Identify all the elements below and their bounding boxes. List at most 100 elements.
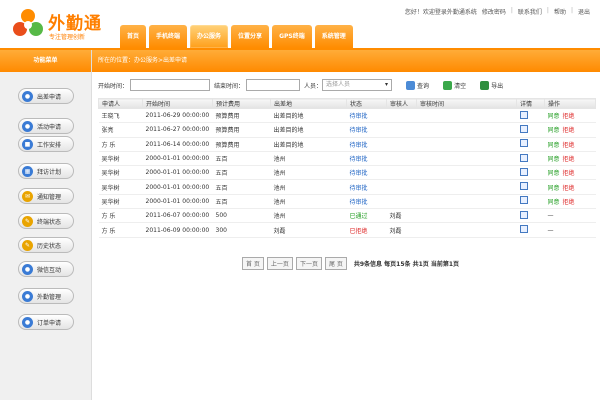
start-time-label: 开始时间： [98, 82, 129, 90]
user-icon: ● [22, 90, 33, 102]
operation-cell: — [544, 208, 596, 224]
tab-system-management[interactable]: 系统管理 [314, 25, 353, 48]
status-cell: 待审批 [346, 122, 387, 138]
export-button[interactable]: 导出 [480, 80, 504, 90]
approve-link[interactable]: 同意 [548, 170, 560, 177]
tab-location-share[interactable]: 位置分享 [231, 25, 270, 48]
operation-cell: 同意 拒绝 [544, 122, 596, 138]
start-time-input[interactable] [130, 79, 211, 91]
detail-icon[interactable] [519, 139, 528, 148]
calendar-icon: ▦ [22, 165, 33, 177]
review-time-cell [416, 179, 517, 195]
help-link[interactable]: 帮助 [554, 7, 566, 16]
cost-cell: 五百 [212, 151, 271, 167]
reject-link[interactable]: 拒绝 [563, 156, 575, 163]
applicant-cell: 吴华树 [98, 151, 143, 167]
sidebar-item-label: 拜访计划 [37, 168, 62, 176]
applicant-cell: 张亮 [98, 122, 143, 138]
detail-icon[interactable] [519, 124, 528, 133]
clear-button[interactable]: 清空 [443, 80, 466, 90]
contact-link[interactable]: 联系我们 [518, 7, 542, 16]
sidebar-item-work-schedule[interactable]: ■ 工作安排 [18, 136, 74, 152]
tab-mobile-terminal[interactable]: 手机终端 [149, 25, 188, 48]
detail-cell [516, 108, 545, 124]
column-header: 预计费用 [212, 98, 271, 109]
main-content: 所在的位置：办公服务>出差申请 开始时间： 结束时间： 人员： 选择人员 ▾ 查询… [92, 50, 600, 400]
reviewer-cell: 刘磊 [386, 208, 417, 224]
sidebar-item-notice-management[interactable]: ✉ 通知管理 [18, 188, 74, 204]
detail-icon[interactable] [519, 182, 528, 191]
approve-link[interactable]: 同意 [548, 156, 560, 163]
detail-icon[interactable] [519, 153, 528, 162]
review-time-cell [416, 122, 517, 138]
pencil-icon: ✎ [22, 239, 33, 251]
detail-cell [516, 151, 545, 167]
start-time-cell: 2011-06-09 00:00:00 [142, 222, 213, 238]
last-page-button[interactable]: 尾 页 [324, 257, 347, 270]
status-cell: 待审批 [346, 179, 387, 195]
sidebar-item-label: 活动申请 [37, 123, 62, 131]
next-page-button[interactable]: 下一页 [295, 257, 322, 270]
cost-cell: 500 [212, 208, 271, 224]
export-label: 导出 [491, 82, 504, 90]
approve-link[interactable]: 同意 [548, 127, 560, 134]
logo-mark-icon [13, 9, 43, 36]
reject-link[interactable]: 拒绝 [563, 170, 575, 177]
detail-icon[interactable] [519, 167, 528, 176]
operation-cell: — [544, 222, 596, 238]
approve-link[interactable]: 同意 [548, 142, 560, 149]
tab-home[interactable]: 首页 [120, 25, 147, 48]
user-icon: ● [22, 316, 33, 328]
column-header: 申请人 [98, 98, 143, 109]
sidebar-item-history-status[interactable]: ✎ 历史状态 [18, 237, 74, 253]
sidebar-item-label: 外勤管理 [37, 293, 62, 301]
column-header: 状态 [346, 98, 387, 109]
reviewer-cell: 刘磊 [386, 222, 417, 238]
detail-cell [516, 137, 545, 152]
sidebar-item-field-management[interactable]: ● 外勤管理 [18, 288, 74, 304]
reject-link[interactable]: 拒绝 [563, 185, 575, 192]
column-header: 详情 [516, 98, 545, 109]
approve-link[interactable]: 同意 [548, 199, 560, 206]
sidebar-item-label: 出差申请 [37, 93, 62, 101]
approve-link[interactable]: 同意 [548, 113, 560, 120]
tab-office-service[interactable]: 办公服务 [190, 25, 229, 48]
first-page-button[interactable]: 首 页 [242, 257, 264, 270]
sidebar-item-terminal-status[interactable]: ✎ 终端状态 [18, 213, 74, 229]
prev-page-button[interactable]: 上一页 [266, 257, 293, 270]
column-header: 操作 [544, 98, 596, 109]
review-time-cell [416, 137, 517, 152]
no-action: — [547, 226, 554, 234]
logout-link[interactable]: 退出 [578, 7, 590, 16]
detail-cell [516, 208, 545, 224]
search-icon [406, 80, 416, 90]
reject-link[interactable]: 拒绝 [563, 199, 575, 206]
sidebar-item-activity-request[interactable]: ● 活动申请 [18, 118, 74, 134]
reject-link[interactable]: 拒绝 [563, 142, 575, 149]
reject-link[interactable]: 拒绝 [563, 127, 575, 134]
approve-link[interactable]: 同意 [548, 185, 560, 192]
change-password-link[interactable]: 修改密码 [482, 7, 506, 16]
status-cell: 已拒绝 [346, 222, 387, 238]
tab-gps-terminal[interactable]: GPS终端 [272, 25, 312, 48]
sidebar-item-order-request[interactable]: ● 订单申请 [18, 314, 74, 330]
excel-icon [480, 80, 490, 90]
reviewer-cell [386, 165, 417, 181]
detail-icon[interactable] [519, 110, 528, 119]
detail-icon[interactable] [519, 225, 528, 234]
sidebar-item-wechat-interaction[interactable]: ● 微信互动 [18, 261, 74, 277]
table-row: 吴华树 2000-01-01 00:00:00 五百 池州 待审批 同意 拒绝 [98, 194, 596, 210]
sidebar-item-visit-plan[interactable]: ▦ 拜访计划 [18, 163, 74, 179]
sidebar-item-trip-request[interactable]: ● 出差申请 [18, 88, 74, 104]
end-time-input[interactable] [246, 79, 301, 91]
query-button[interactable]: 查询 [406, 80, 429, 90]
destination-cell: 出差目的地 [270, 122, 347, 138]
status-cell: 待审批 [346, 151, 387, 167]
refresh-icon [443, 80, 453, 90]
detail-icon[interactable] [519, 196, 528, 205]
detail-cell [516, 179, 545, 195]
cost-cell: 预算费用 [212, 122, 271, 138]
reject-link[interactable]: 拒绝 [563, 113, 575, 120]
detail-icon[interactable] [519, 210, 528, 219]
person-select[interactable]: 选择人员 ▾ [322, 79, 393, 91]
